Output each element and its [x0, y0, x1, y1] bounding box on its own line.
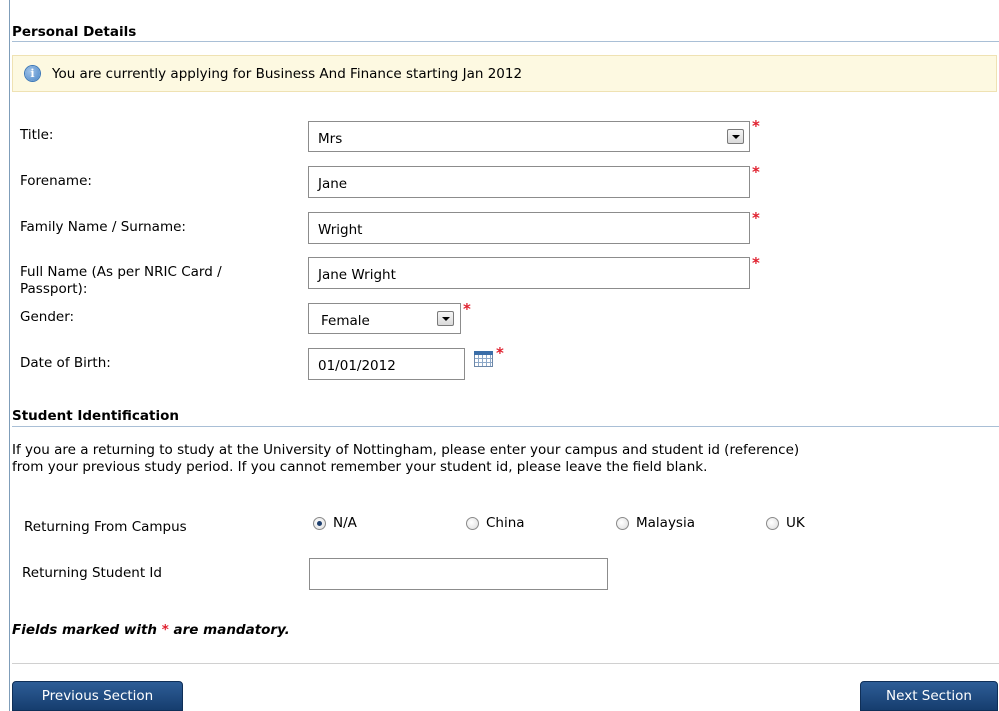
radio-icon[interactable]	[616, 516, 629, 530]
student-id-label: Returning Student Id	[22, 565, 162, 581]
section-title-student: Student Identification	[12, 408, 179, 424]
title-value: Mrs	[318, 130, 343, 147]
fullname-label-line2: Passport):	[20, 281, 88, 297]
next-section-button[interactable]: Next Section	[860, 681, 998, 711]
section-divider	[12, 426, 999, 427]
required-marker: *	[752, 254, 760, 272]
info-icon: i	[25, 66, 40, 81]
required-marker: *	[496, 344, 504, 362]
required-marker: *	[752, 209, 760, 227]
surname-label: Family Name / Surname:	[20, 219, 186, 235]
radio-selected-icon[interactable]	[313, 516, 326, 530]
dob-label: Date of Birth:	[20, 355, 111, 371]
previous-section-button[interactable]: Previous Section	[12, 681, 183, 711]
left-border	[9, 0, 10, 711]
campus-radio-china[interactable]: China	[466, 515, 525, 531]
campus-label: Returning From Campus	[24, 519, 187, 535]
campus-option-label: China	[486, 515, 525, 531]
surname-value: Wright	[318, 222, 363, 238]
student-instructions-line1: If you are a returning to study at the U…	[12, 442, 800, 458]
fullname-label: Full Name (As per NRIC Card / Passport):	[20, 264, 222, 298]
gender-label: Gender:	[20, 309, 75, 325]
section-title-personal: Personal Details	[12, 24, 137, 40]
mandatory-suffix: are mandatory.	[168, 622, 290, 638]
student-instructions: If you are a returning to study at the U…	[12, 442, 992, 476]
campus-radio-uk[interactable]: UK	[766, 515, 805, 531]
forename-label: Forename:	[20, 173, 92, 189]
campus-option-label: UK	[786, 515, 805, 531]
campus-option-label: Malaysia	[636, 515, 695, 531]
surname-input[interactable]: Wright	[308, 212, 750, 244]
title-select[interactable]: Mrs	[308, 121, 750, 152]
chevron-down-icon[interactable]	[437, 311, 454, 326]
mandatory-prefix: Fields marked with	[12, 622, 162, 638]
info-banner: i You are currently applying for Busines…	[12, 55, 997, 92]
required-marker: *	[752, 117, 760, 135]
fullname-value: Jane Wright	[318, 267, 396, 283]
campus-option-label: N/A	[333, 515, 357, 531]
fullname-input[interactable]: Jane Wright	[308, 257, 750, 289]
fullname-label-line1: Full Name (As per NRIC Card /	[20, 264, 222, 280]
campus-radio-na[interactable]: N/A	[313, 515, 357, 531]
footer-divider	[12, 663, 999, 664]
gender-value: Female	[321, 312, 370, 329]
forename-input[interactable]: Jane	[308, 166, 750, 198]
required-marker: *	[463, 300, 471, 318]
mandatory-note: Fields marked with * are mandatory.	[12, 622, 290, 638]
required-marker: *	[752, 163, 760, 181]
chevron-down-icon[interactable]	[727, 129, 744, 144]
forename-value: Jane	[318, 176, 348, 192]
campus-radio-malaysia[interactable]: Malaysia	[616, 515, 695, 531]
student-instructions-line2: from your previous study period. If you …	[12, 459, 708, 475]
calendar-icon[interactable]	[474, 351, 493, 367]
student-id-input[interactable]	[309, 558, 608, 590]
dob-input[interactable]: 01/01/2012	[308, 348, 465, 380]
section-divider	[12, 41, 999, 42]
title-label: Title:	[20, 127, 54, 143]
mandatory-star: *	[161, 622, 169, 638]
radio-icon[interactable]	[466, 516, 479, 530]
dob-value: 01/01/2012	[318, 358, 396, 374]
radio-icon[interactable]	[766, 516, 779, 530]
info-text: You are currently applying for Business …	[52, 65, 523, 82]
gender-select[interactable]: Female	[308, 303, 461, 334]
